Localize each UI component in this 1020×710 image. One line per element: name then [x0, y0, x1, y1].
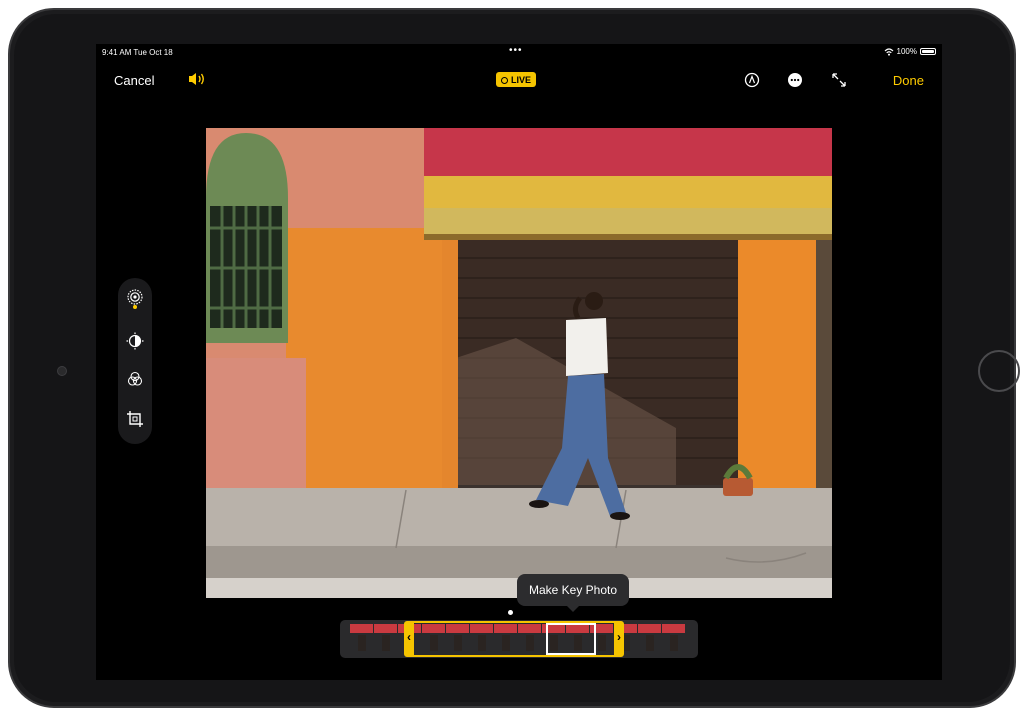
expand-icon[interactable]: [831, 72, 847, 88]
live-label: LIVE: [511, 75, 532, 85]
status-bar: 9:41 AM Tue Oct 18 ••• 100%: [96, 44, 942, 60]
key-frame-selector[interactable]: [546, 623, 596, 655]
photo-edit-screen: 9:41 AM Tue Oct 18 ••• 100% Cancel LIVE: [96, 44, 942, 680]
status-time: 9:41 AM Tue Oct 18: [102, 48, 173, 57]
live-photo-frame-strip[interactable]: ‹ ›: [340, 620, 698, 658]
done-button[interactable]: Done: [893, 73, 924, 88]
strip-frame: [374, 624, 397, 654]
home-button[interactable]: [978, 350, 1020, 392]
photo-canvas[interactable]: [206, 128, 832, 598]
make-key-photo-tooltip[interactable]: Make Key Photo: [517, 574, 629, 612]
live-photo-tool-icon[interactable]: [126, 288, 144, 306]
chevron-right-icon[interactable]: ›: [617, 630, 621, 644]
multitasking-dots[interactable]: •••: [509, 45, 523, 56]
street-photo: [206, 128, 832, 598]
original-key-photo-indicator: [508, 610, 513, 615]
active-tool-indicator: [133, 305, 137, 309]
edit-toolbar: Cancel LIVE Done: [96, 66, 942, 94]
front-camera: [57, 366, 67, 376]
speaker-icon[interactable]: [188, 72, 206, 89]
battery-percent: 100%: [896, 47, 917, 56]
battery-icon: [920, 48, 936, 55]
live-photo-icon: [501, 76, 508, 84]
strip-frame: [662, 624, 685, 654]
live-button[interactable]: LIVE: [496, 72, 537, 87]
edit-tools-panel: [118, 278, 152, 444]
strip-frame: [638, 624, 661, 654]
adjust-icon[interactable]: [126, 332, 144, 350]
filters-icon[interactable]: [126, 370, 144, 388]
cancel-button[interactable]: Cancel: [114, 73, 154, 88]
strip-frame: [350, 624, 373, 654]
more-icon[interactable]: [787, 72, 803, 88]
chevron-left-icon[interactable]: ‹: [407, 630, 411, 644]
markup-icon[interactable]: [744, 72, 760, 88]
crop-icon[interactable]: [126, 410, 144, 428]
status-right: 100%: [884, 47, 936, 56]
wifi-icon: [884, 47, 893, 56]
